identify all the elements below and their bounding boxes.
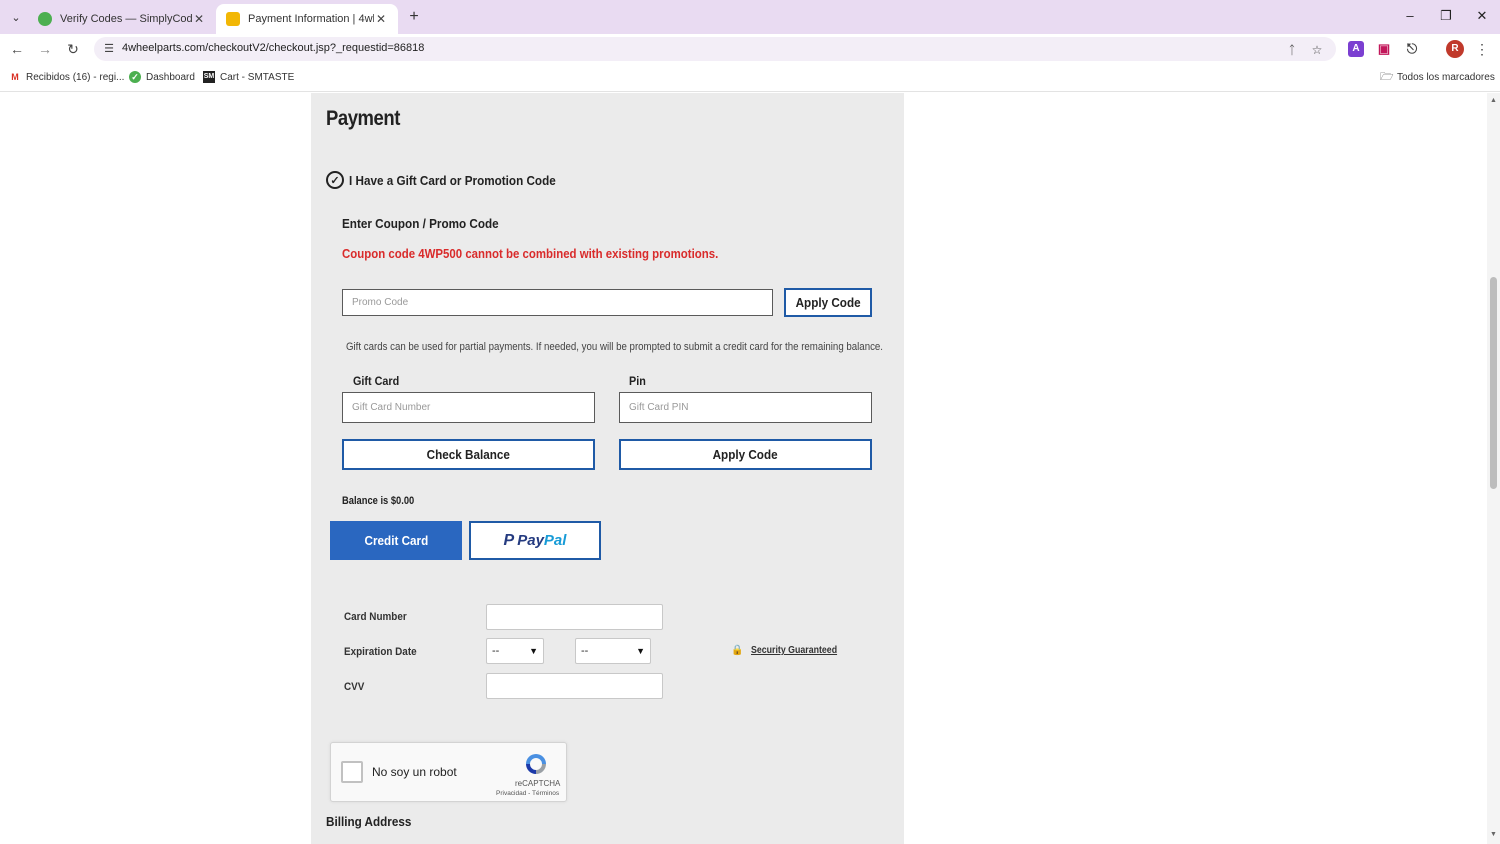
bookmark-label: Cart - SMTASTE [220,71,295,83]
scrollbar-thumb[interactable] [1490,277,1497,489]
gift-card-pin-input[interactable]: Gift Card PIN [619,392,872,423]
gift-toggle-label: I Have a Gift Card or Promotion Code [349,172,556,188]
check-circle-icon: ✓ [326,171,344,189]
billing-address-heading: Billing Address [326,814,412,829]
paypal-label-pal: Pal [543,532,567,549]
gmail-icon: M [11,72,19,82]
paypal-label: PayPal [517,532,566,549]
bookmark-label: Recibidos (16) - regi... [26,71,125,83]
tab-title: Payment Information | 4wheelp [248,13,374,25]
address-bar[interactable]: ☰ 4wheelparts.com/checkoutV2/checkout.js… [94,37,1336,61]
promo-code-input[interactable]: Promo Code [342,289,773,316]
restore-icon[interactable]: ❐ [1436,6,1456,26]
page-title: Payment [326,107,400,130]
site-settings-icon[interactable]: ☰ [102,42,116,56]
exp-month-select[interactable]: -- ▼ [486,638,544,664]
simplycodes-icon [38,12,52,26]
coupon-error-message: Coupon code 4WP500 cannot be combined wi… [342,246,719,261]
coupon-heading: Enter Coupon / Promo Code [342,216,499,231]
sm-icon: SM [203,71,215,83]
credit-card-button[interactable]: Credit Card [330,521,462,560]
tab-payment-information[interactable]: Payment Information | 4wheelp ✕ [216,4,398,34]
card-number-label: Card Number [344,611,407,623]
recaptcha-widget: No soy un robot reCAPTCHA Privacidad - T… [330,742,567,802]
new-tab-plus-icon[interactable]: + [404,7,424,27]
browser-toolbar: ← → ↻ ☰ 4wheelparts.com/checkoutV2/check… [0,34,1500,64]
page-scrollbar[interactable]: ▲ ▼ [1487,93,1500,844]
exp-year-value: -- [581,645,589,657]
lock-icon: 🔒 [731,645,744,656]
chevron-down-icon: ▼ [636,646,645,656]
bookmarks-bar: M Recibidos (16) - regi... ✓ Dashboard S… [0,64,1500,92]
url-text: 4wheelparts.com/checkoutV2/checkout.jsp?… [122,42,425,54]
payment-panel: Payment ✓ I Have a Gift Card or Promotio… [311,93,904,844]
extensions-puzzle-icon[interactable]: ⎋ [1404,41,1420,57]
scroll-up-arrow-icon[interactable]: ▲ [1489,97,1498,104]
paypal-button[interactable]: P PayPal [469,521,601,560]
gift-card-toggle[interactable]: ✓ I Have a Gift Card or Promotion Code [326,171,579,189]
security-guaranteed: 🔒 Security Guaranteed [731,645,849,656]
recaptcha-logo-icon [526,754,546,774]
translate-icon[interactable]: ᛏ [1284,42,1300,58]
extension-a-icon[interactable]: A [1348,41,1364,57]
balance-text: Balance is $0.00 [342,495,415,507]
scroll-down-arrow-icon[interactable]: ▼ [1489,831,1498,838]
recaptcha-checkbox[interactable] [341,761,363,783]
credit-card-label: Credit Card [364,533,428,548]
apply-promo-button[interactable]: Apply Code [784,288,872,317]
bookmark-dashboard[interactable]: ✓ Dashboard [129,71,195,83]
recaptcha-text: No soy un robot [372,765,457,779]
apply-gift-card-button[interactable]: Apply Code [619,439,872,470]
exp-month-value: -- [492,645,500,657]
gift-card-number-input[interactable]: Gift Card Number [342,392,595,423]
pin-label: Pin [629,374,646,388]
security-guaranteed-link[interactable]: Security Guaranteed [751,645,837,656]
minimize-icon[interactable]: – [1400,6,1420,26]
card-number-input[interactable] [486,604,663,630]
profile-avatar[interactable]: R [1446,40,1464,58]
recaptcha-links[interactable]: Privacidad - Términos [496,790,559,797]
menu-kebab-icon[interactable]: ⋮ [1472,39,1492,59]
gift-card-label: Gift Card [353,374,400,388]
tab-simplycodes[interactable]: Verify Codes — SimplyCodes ✕ [28,4,216,34]
folder-icon: 🗁 [1380,71,1394,83]
check-balance-button[interactable]: Check Balance [342,439,595,470]
exp-year-select[interactable]: -- ▼ [575,638,651,664]
all-bookmarks[interactable]: 🗁 Todos los marcadores [1380,71,1495,83]
apply-gift-card-label: Apply Code [712,447,778,462]
gift-card-info: Gift cards can be used for partial payme… [346,341,883,353]
all-bookmarks-label: Todos los marcadores [1397,71,1495,83]
bookmark-label: Dashboard [146,71,195,83]
cvv-label: CVV [344,681,365,693]
tab-search-chevron-icon[interactable]: ⌄ [6,7,26,27]
expiration-date-label: Expiration Date [344,646,417,658]
chevron-down-icon: ▼ [529,646,538,656]
bookmark-cart-smtaste[interactable]: SM Cart - SMTASTE [203,71,294,83]
tab-bar: ⌄ Verify Codes — SimplyCodes ✕ Payment I… [0,0,1500,34]
recaptcha-brand: reCAPTCHA [515,779,561,788]
forward-arrow-icon[interactable]: → [35,39,55,59]
check-balance-label: Check Balance [426,447,511,462]
dashboard-icon: ✓ [129,71,141,83]
apply-promo-label: Apply Code [795,295,861,310]
back-arrow-icon[interactable]: ← [7,39,27,59]
close-tab-icon[interactable]: ✕ [192,12,206,26]
bookmark-recibidos[interactable]: M Recibidos (16) - regi... [9,71,124,83]
cvv-input[interactable] [486,673,663,699]
paypal-label-pay: Pay [517,532,544,549]
reload-icon[interactable]: ↻ [63,39,83,59]
4wheelparts-icon [226,12,240,26]
close-window-icon[interactable]: ✕ [1472,6,1492,26]
page-viewport: Payment ✓ I Have a Gift Card or Promotio… [0,93,1487,844]
paypal-logo-icon: P [503,531,515,549]
extension-cart-icon[interactable]: ▣ [1376,41,1392,57]
close-tab-icon[interactable]: ✕ [374,12,388,26]
bookmark-star-icon[interactable]: ☆ [1309,42,1325,58]
tab-title: Verify Codes — SimplyCodes [60,13,192,25]
